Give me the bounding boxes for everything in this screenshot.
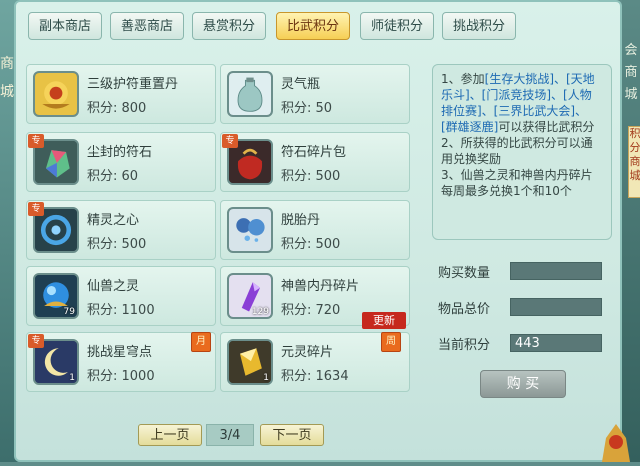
exclusive-badge: 专	[222, 134, 238, 148]
item-name: 三级护符重置丹	[87, 77, 179, 92]
item-count: 129	[251, 307, 269, 317]
rule-2: 2、所获得的比武积分可以通用兑换奖励	[441, 136, 593, 166]
weekly-limit-badge: 周	[381, 332, 401, 352]
rule-1-suffix: 可以获得比武积分	[498, 120, 595, 134]
rules-description: 1、参加[生存大挑战]、[天地乐斗]、[门派竞技场]、[人物排位赛]、[三界比武…	[432, 64, 612, 240]
shop-item[interactable]: 专 精灵之心 积分: 500	[26, 200, 216, 260]
item-price: 积分: 1100	[87, 303, 155, 318]
left-side-text: 商城	[0, 56, 14, 100]
item-price: 积分: 500	[87, 237, 147, 252]
shop-item[interactable]: 脱胎丹 积分: 500	[220, 200, 410, 260]
tab-arena-points[interactable]: 比武积分	[276, 12, 350, 40]
current-points-field: 443	[510, 334, 602, 352]
shop-item[interactable]: 1 专 挑战星穹点 积分: 1000 月	[26, 332, 216, 392]
item-name: 精灵之心	[87, 213, 140, 228]
item-count: 79	[63, 307, 75, 317]
item-price: 积分: 720	[281, 303, 341, 318]
shop-item[interactable]: 79 仙兽之灵 积分: 1100	[26, 266, 216, 326]
updated-badge: 更新	[362, 312, 406, 329]
shop-item[interactable]: 专 尘封的符石 积分: 60	[26, 132, 216, 192]
buy-button[interactable]: 购 买	[480, 370, 566, 398]
exclusive-badge: 专	[28, 202, 44, 216]
gold-flower-icon	[33, 71, 79, 117]
item-count: 1	[263, 373, 269, 383]
shop-item[interactable]: 三级护符重置丹 积分: 800	[26, 64, 216, 124]
quantity-label: 购买数量	[438, 266, 491, 281]
total-price-field	[510, 298, 602, 316]
item-price: 积分: 500	[281, 169, 341, 184]
next-page-button[interactable]: 下一页	[260, 424, 324, 446]
item-count: 1	[69, 373, 75, 383]
item-name: 尘封的符石	[87, 145, 153, 160]
shop-item[interactable]: 1 元灵碎片 积分: 1634 周	[220, 332, 410, 392]
points-shop-side-tag[interactable]: 积分商城	[628, 126, 640, 198]
rule-3: 3、仙兽之灵和神兽内丹碎片每周最多兑换1个和10个	[441, 168, 593, 198]
quantity-input[interactable]	[510, 262, 602, 280]
item-price: 积分: 50	[281, 101, 333, 116]
purple-crystal-icon: 129	[227, 273, 273, 319]
item-name: 挑战星穹点	[87, 345, 153, 360]
corner-ornament-icon	[596, 418, 636, 462]
item-price: 积分: 1634	[281, 369, 349, 384]
item-price: 积分: 500	[281, 237, 341, 252]
item-price: 积分: 1000	[87, 369, 155, 384]
tab-mentor-points[interactable]: 师徒积分	[360, 12, 434, 40]
shop-item[interactable]: 灵气瓶 积分: 50	[220, 64, 410, 124]
tab-challenge-points[interactable]: 挑战积分	[442, 12, 516, 40]
item-name: 脱胎丹	[281, 213, 321, 228]
exclusive-badge: 专	[28, 134, 44, 148]
spirit-bottle-icon	[227, 71, 273, 117]
item-name: 灵气瓶	[281, 77, 321, 92]
item-name: 符石碎片包	[281, 145, 347, 160]
rule-1-prefix: 1、参加	[441, 72, 485, 86]
exclusive-badge: 专	[28, 334, 44, 348]
monthly-limit-badge: 月	[191, 332, 211, 352]
blue-orb-icon: 79	[33, 273, 79, 319]
item-price: 积分: 800	[87, 101, 147, 116]
item-price: 积分: 60	[87, 169, 139, 184]
prev-page-button[interactable]: 上一页	[138, 424, 202, 446]
item-name: 仙兽之灵	[87, 279, 140, 294]
right-side-text: 会商城	[624, 43, 638, 102]
page-indicator: 3/4	[206, 424, 254, 446]
tab-dungeon-shop[interactable]: 副本商店	[28, 12, 102, 40]
current-points-label: 当前积分	[438, 338, 491, 353]
side-tag-label: 积分商城	[629, 127, 640, 182]
item-name: 神兽内丹碎片	[281, 279, 360, 294]
rebirth-pill-icon	[227, 207, 273, 253]
tab-karma-shop[interactable]: 善恶商店	[110, 12, 184, 40]
item-name: 元灵碎片	[281, 345, 334, 360]
right-window-edge: 会商城	[622, 0, 640, 462]
gold-shard-icon: 1	[227, 339, 273, 385]
total-price-label: 物品总价	[438, 302, 491, 317]
shop-item[interactable]: 专 符石碎片包 积分: 500	[220, 132, 410, 192]
tab-bounty-points[interactable]: 悬赏积分	[192, 12, 266, 40]
